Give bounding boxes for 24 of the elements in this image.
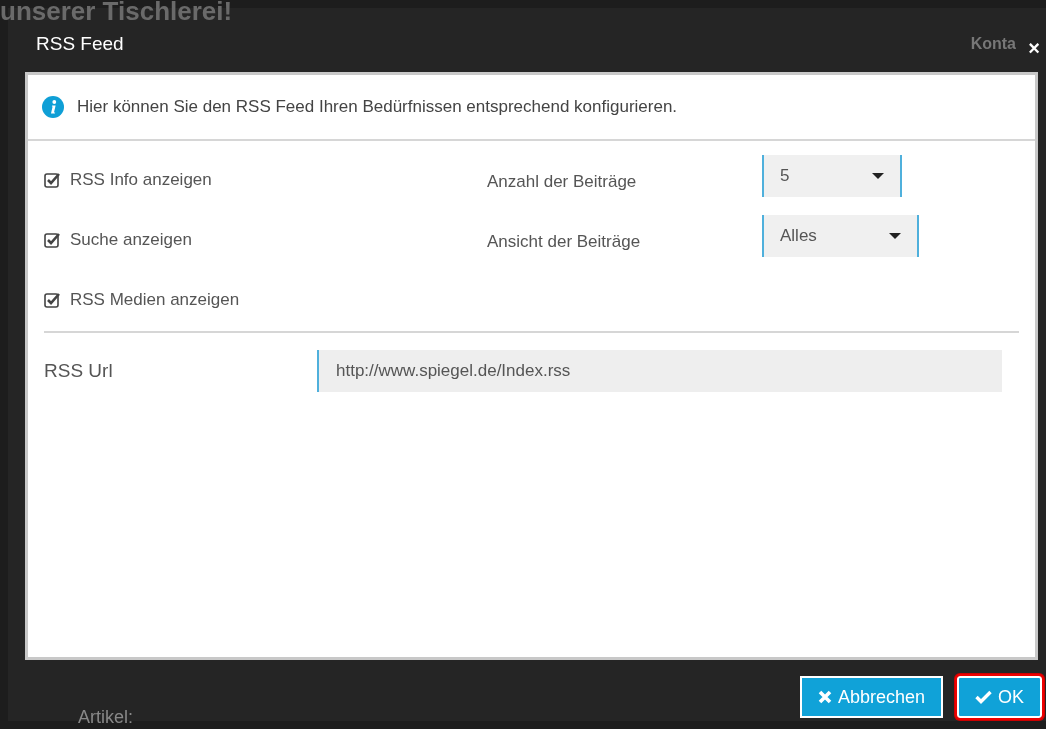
background-heading: unserer Tischlerei! [0, 0, 233, 26]
checkbox[interactable] [44, 171, 60, 188]
dropdown-value: Alles [780, 225, 817, 248]
checkbox[interactable] [44, 291, 60, 308]
dropdown[interactable]: 5 [762, 155, 902, 197]
field-label: RSS Url [44, 358, 114, 383]
dropdown-value: 5 [780, 165, 790, 188]
checkbox-label: Suche anzeigen [70, 229, 192, 251]
setting-label: Ansicht der Beiträge [487, 231, 642, 253]
dropdown[interactable]: Alles [762, 215, 919, 257]
setting-label: Anzahl der Beiträge [487, 171, 638, 193]
dialog-title: RSS Feed [36, 32, 124, 56]
background-label: Artikel: [78, 706, 133, 729]
url-field[interactable]: http://www.spiegel.de/Index.rss [317, 350, 1002, 392]
info-text: Hier können Sie den RSS Feed Ihren Bedürfnissen entsprechend konfigurieren. [77, 96, 678, 119]
info-icon [42, 96, 64, 118]
caret-icon [872, 173, 884, 179]
close-button[interactable]: × [1028, 38, 1040, 58]
checkbox[interactable] [44, 231, 60, 248]
close-icon [817, 690, 832, 704]
checkbox-label: RSS Info anzeigen [70, 169, 212, 191]
check-icon [975, 690, 992, 704]
checkbox-label: RSS Medien anzeigen [70, 289, 240, 311]
caret-icon [889, 233, 901, 239]
